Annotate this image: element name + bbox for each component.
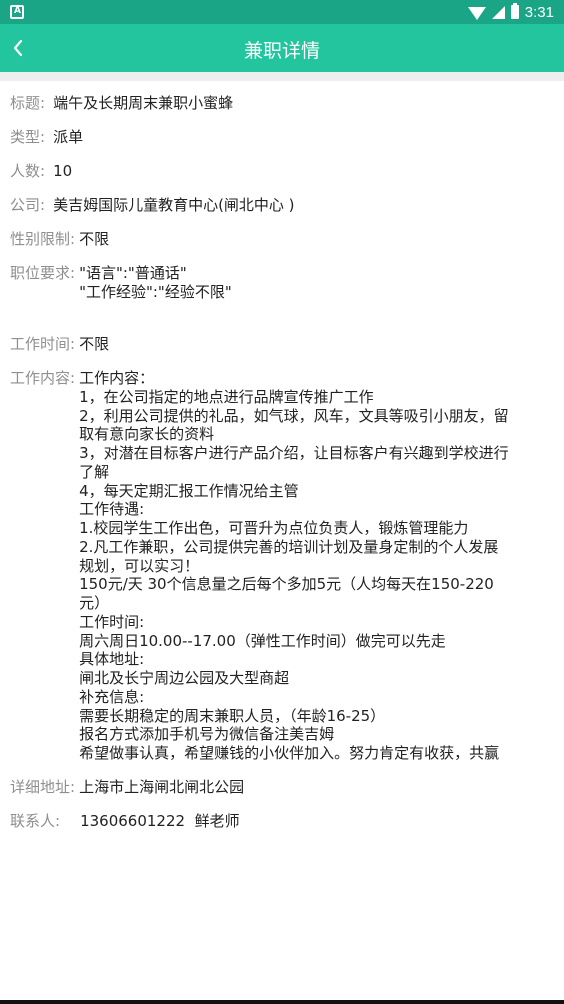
content-line: 3，对潜在目标客户进行产品介绍，让目标客户有兴趣到学校进行	[79, 444, 509, 462]
content-line: 150元/天 30个信息量之后每个多加5元（人均每天在150-220	[79, 575, 494, 594]
requirement-line: "工作经验":"经验不限"	[79, 283, 232, 301]
status-icons: 3:31	[467, 3, 554, 21]
content-line: 工作时间:	[79, 612, 145, 631]
content-line: 1.校园学生工作出色，可晋升为点位负责人，锻炼管理能力	[79, 519, 469, 537]
detail-row-type: 类型: 派单	[10, 128, 556, 147]
content-line: 需要长期稳定的周末兼职人员，（年龄16-25）	[79, 706, 386, 725]
wifi-icon	[467, 7, 486, 20]
content-line: 周六周日10.00--17.00（弹性工作时间）做完可以先走	[79, 631, 446, 650]
content-line: 补充信息:	[79, 687, 145, 706]
company-label: 公司:	[10, 196, 46, 214]
battery-icon	[510, 3, 519, 19]
content-line: 具体地址:	[79, 650, 145, 669]
detail-row-address: 详细地址: 上海市上海闸北闸北公园	[10, 778, 556, 797]
bottom-edge	[0, 1000, 564, 1004]
requirement-line: "语言":"普通话"	[79, 264, 187, 282]
signal-icon	[491, 5, 505, 19]
headcount-value: 10	[53, 162, 73, 180]
company-value: 美吉姆国际儿童教育中心(闸北中心 )	[53, 196, 295, 214]
title-label: 标题:	[10, 94, 46, 112]
address-label: 详细地址:	[10, 778, 76, 796]
content-line: 了解	[79, 462, 110, 481]
page-title: 兼职详情	[243, 40, 320, 62]
work-time-label: 工作时间:	[10, 335, 76, 353]
detail-row-headcount: 人数: 10	[10, 162, 556, 181]
content-line: 取有意向家长的资料	[79, 425, 215, 444]
app-bar: 兼职详情	[0, 24, 564, 72]
content-label: 工作内容:	[10, 369, 76, 387]
content-value: 工作内容： 1，在公司指定的地点进行品牌宣传推广工作 2，利用公司提供的礼品，如…	[79, 369, 509, 763]
content-line: 2，利用公司提供的礼品，如气球，风车，文具等吸引小朋友，留	[79, 406, 509, 425]
contact-value: 13606601222 鲜老师	[80, 812, 240, 830]
title-value: 端午及长期周末兼职小蜜蜂	[53, 94, 234, 112]
content-line: 1，在公司指定的地点进行品牌宣传推广工作	[79, 387, 374, 406]
detail-row-contact: 联系人: 13606601222 鲜老师	[10, 812, 556, 831]
status-time: 3:31	[524, 3, 554, 21]
requirements-value: "语言":"普通话" "工作经验":"经验不限"	[79, 264, 232, 302]
content-line: 2.凡工作兼职，公司提供完善的培训计划及量身定制的个人发展	[79, 537, 499, 556]
contact-label: 联系人:	[10, 812, 61, 830]
header-divider	[0, 72, 564, 81]
detail-row-content: 工作内容: 工作内容： 1，在公司指定的地点进行品牌宣传推广工作 2，利用公司提…	[10, 369, 556, 763]
requirements-label: 职位要求:	[10, 264, 76, 282]
status-bar: A 3:31	[0, 0, 564, 24]
content-line: 闸北及长宁周边公园及大型商超	[79, 669, 290, 687]
content-line: 希望做事认真，希望赚钱的小伙伴加入。努力肯定有收获，共赢	[79, 744, 500, 762]
content-line: 规划，可以实习！	[79, 556, 200, 575]
headcount-label: 人数:	[10, 162, 46, 180]
notification-icon: A	[10, 5, 24, 19]
type-value: 派单	[53, 128, 84, 146]
type-label: 类型:	[10, 128, 46, 146]
gender-value: 不限	[79, 230, 110, 248]
address-value: 上海市上海闸北闸北公园	[79, 778, 245, 796]
detail-row-gender: 性别限制: 不限	[10, 230, 556, 249]
work-time-value: 不限	[79, 335, 110, 353]
detail-row-title: 标题: 端午及长期周末兼职小蜜蜂	[10, 94, 556, 113]
content-line: 报名方式添加手机号为微信备注美吉姆	[79, 725, 335, 744]
detail-row-requirements: 职位要求: "语言":"普通话" "工作经验":"经验不限"	[10, 264, 556, 302]
content-line: 4，每天定期汇报工作情况给主管	[79, 481, 299, 500]
content-line: 元）	[79, 594, 110, 612]
detail-row-company: 公司: 美吉姆国际儿童教育中心(闸北中心 )	[10, 196, 556, 215]
content-line: 工作待遇:	[79, 500, 145, 519]
content-line: 工作内容：	[79, 369, 155, 387]
gender-label: 性别限制:	[10, 230, 76, 248]
detail-row-work-time: 工作时间: 不限	[10, 335, 556, 354]
